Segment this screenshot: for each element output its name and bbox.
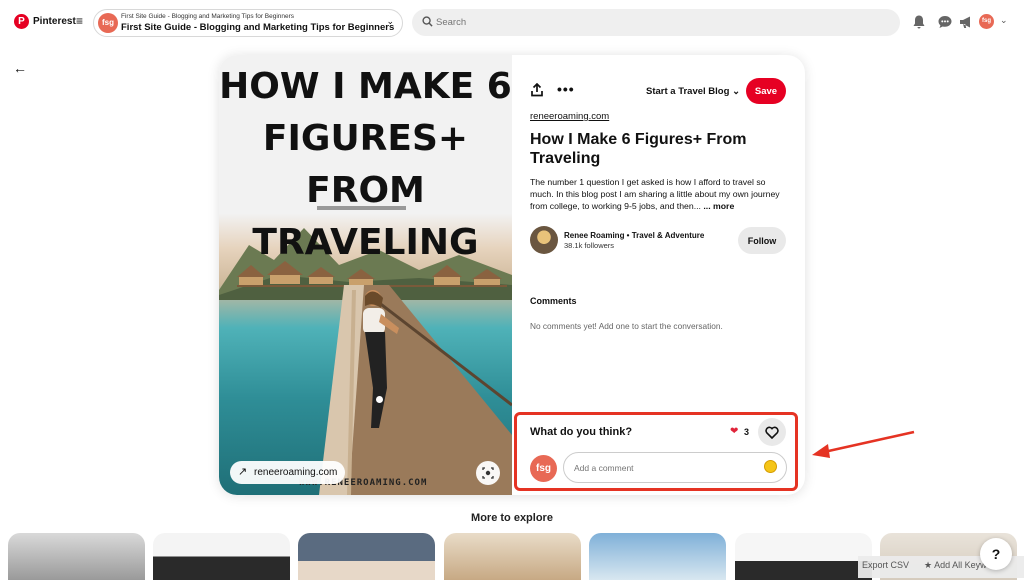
explore-thumbnail[interactable] (444, 533, 581, 580)
export-csv-button[interactable]: Export CSV (862, 560, 909, 570)
pinterest-logo-icon[interactable]: P (14, 14, 29, 29)
back-arrow-icon[interactable]: ← (13, 60, 27, 76)
pin-image[interactable]: HOW I MAKE 6 FIGURES+ FROM TRAVELING WWW… (219, 55, 512, 495)
explore-thumbnail[interactable] (735, 533, 872, 580)
creator-name[interactable]: Renee Roaming • Travel & Adventure (564, 231, 704, 240)
heart-reaction-icon: ❤ (730, 426, 739, 437)
comment-input[interactable] (574, 461, 754, 475)
creator-avatar[interactable] (530, 226, 558, 254)
bell-icon[interactable] (911, 14, 927, 30)
top-bar: P Pinterest ≡ fsg First Site Guide - Blo… (0, 0, 1024, 46)
chevron-down-icon[interactable]: ⌄ (1000, 15, 1008, 26)
heart-outline-icon (765, 426, 779, 439)
image-divider (317, 206, 406, 210)
explore-thumbnail[interactable] (153, 533, 290, 580)
menu-icon[interactable]: ≡ (76, 14, 83, 28)
lens-icon (482, 467, 494, 479)
no-comments-text: No comments yet! Add one to start the co… (530, 321, 723, 331)
react-heart-button[interactable] (758, 418, 786, 446)
messages-icon[interactable] (937, 14, 953, 30)
search-icon (422, 16, 433, 27)
brand-label[interactable]: Pinterest (33, 16, 76, 27)
help-button[interactable]: ? (980, 538, 1012, 570)
reaction-count: 3 (744, 427, 750, 437)
explore-thumbnail[interactable] (8, 533, 145, 580)
board-switcher[interactable]: fsg First Site Guide - Blogging and Mark… (93, 9, 403, 37)
megaphone-icon[interactable] (958, 14, 974, 30)
profile-avatar[interactable]: fsg (979, 14, 994, 29)
what-do-you-think-label: What do you think? (530, 426, 633, 438)
search-input[interactable] (436, 14, 876, 31)
comments-heading: Comments (530, 296, 577, 306)
explore-thumbnail[interactable] (298, 533, 435, 580)
source-link-label: reneeroaming.com (254, 467, 338, 478)
more-link[interactable]: ... more (703, 201, 734, 211)
board-subtitle: First Site Guide - Blogging and Marketin… (121, 13, 295, 20)
source-link-button[interactable]: ↗ reneeroaming.com (230, 461, 345, 484)
arrow-up-right-icon: ↗ (238, 466, 248, 478)
explore-thumbnail[interactable] (589, 533, 726, 580)
pin-description-text: The number 1 question I get asked is how… (530, 177, 780, 211)
more-to-explore-heading: More to explore (471, 512, 553, 524)
board-title: First Site Guide - Blogging and Marketin… (121, 22, 395, 33)
search-bar[interactable] (412, 9, 900, 36)
creator-followers: 38.1k followers (564, 241, 615, 250)
carousel-dot (376, 396, 383, 403)
woman-figure-graphic (363, 290, 399, 428)
chevron-down-icon: ⌄ (386, 16, 394, 26)
visual-search-button[interactable] (476, 461, 500, 485)
share-icon[interactable] (530, 83, 544, 97)
source-domain-link[interactable]: reneeroaming.com (530, 111, 609, 122)
red-arrow-annotation (812, 430, 915, 458)
board-select-label: Start a Travel Blog (646, 86, 730, 97)
more-options-icon[interactable]: ••• (557, 81, 575, 97)
comment-field[interactable] (563, 452, 787, 483)
pin-title: How I Make 6 Figures+ From Traveling (530, 131, 747, 167)
pin-description: The number 1 question I get asked is how… (530, 176, 790, 212)
image-title-text: HOW I MAKE 6 FIGURES+ FROM TRAVELING (219, 66, 512, 263)
save-button[interactable]: Save (746, 78, 786, 104)
board-select-dropdown[interactable]: Start a Travel Blog ⌄ (646, 86, 740, 97)
my-avatar: fsg (530, 455, 557, 482)
chevron-down-icon: ⌄ (732, 86, 741, 97)
board-avatar: fsg (98, 13, 118, 33)
emoji-picker-icon[interactable] (764, 460, 777, 473)
follow-button[interactable]: Follow (738, 227, 786, 254)
